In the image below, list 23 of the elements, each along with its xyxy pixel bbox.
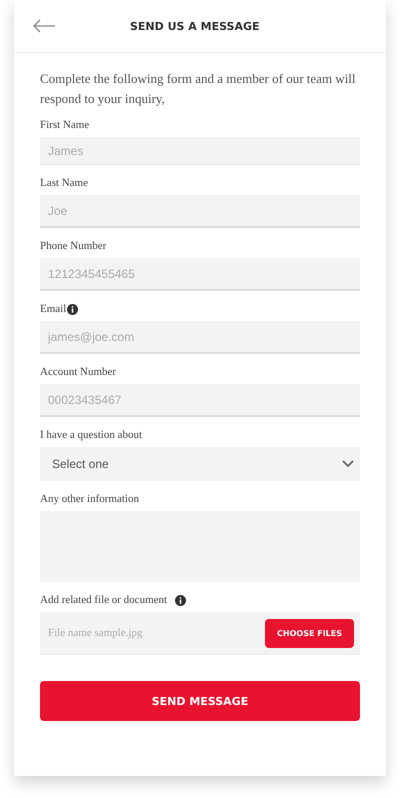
chevron-down-icon <box>342 460 354 468</box>
back-arrow-icon[interactable] <box>32 19 56 33</box>
field-label: Any other information <box>40 493 139 505</box>
input-field[interactable]: james@joe.com <box>40 321 360 354</box>
field-label: Last Name <box>40 177 88 189</box>
field-label: Account Number <box>40 366 116 378</box>
input-field[interactable]: 1212345455465 <box>40 258 360 291</box>
field-label: Add related file or document <box>40 594 168 606</box>
select-dropdown[interactable]: Select one <box>40 447 360 481</box>
send-message-button[interactable]: SEND MESSAGE <box>40 681 360 721</box>
choose-files-button[interactable]: CHOOSE FILES <box>265 618 354 648</box>
info-icon[interactable] <box>67 304 78 314</box>
page-title: SEND US A MESSAGE <box>130 20 260 32</box>
intro-text: Complete the following form and a member of our team will respond to your inquiry, <box>40 70 357 108</box>
field-label: First Name <box>40 119 90 131</box>
input-field[interactable]: James <box>40 137 360 165</box>
input-field[interactable]: Joe <box>40 195 360 228</box>
input-field[interactable]: 00023435467 <box>40 384 360 417</box>
field-label: Email <box>40 303 66 315</box>
field-label: Phone Number <box>40 240 106 252</box>
file-upload-field[interactable]: File name sample.jpg CHOOSE FILES <box>40 612 360 655</box>
info-icon[interactable] <box>175 594 186 606</box>
field-label: I have a question about <box>40 429 142 441</box>
